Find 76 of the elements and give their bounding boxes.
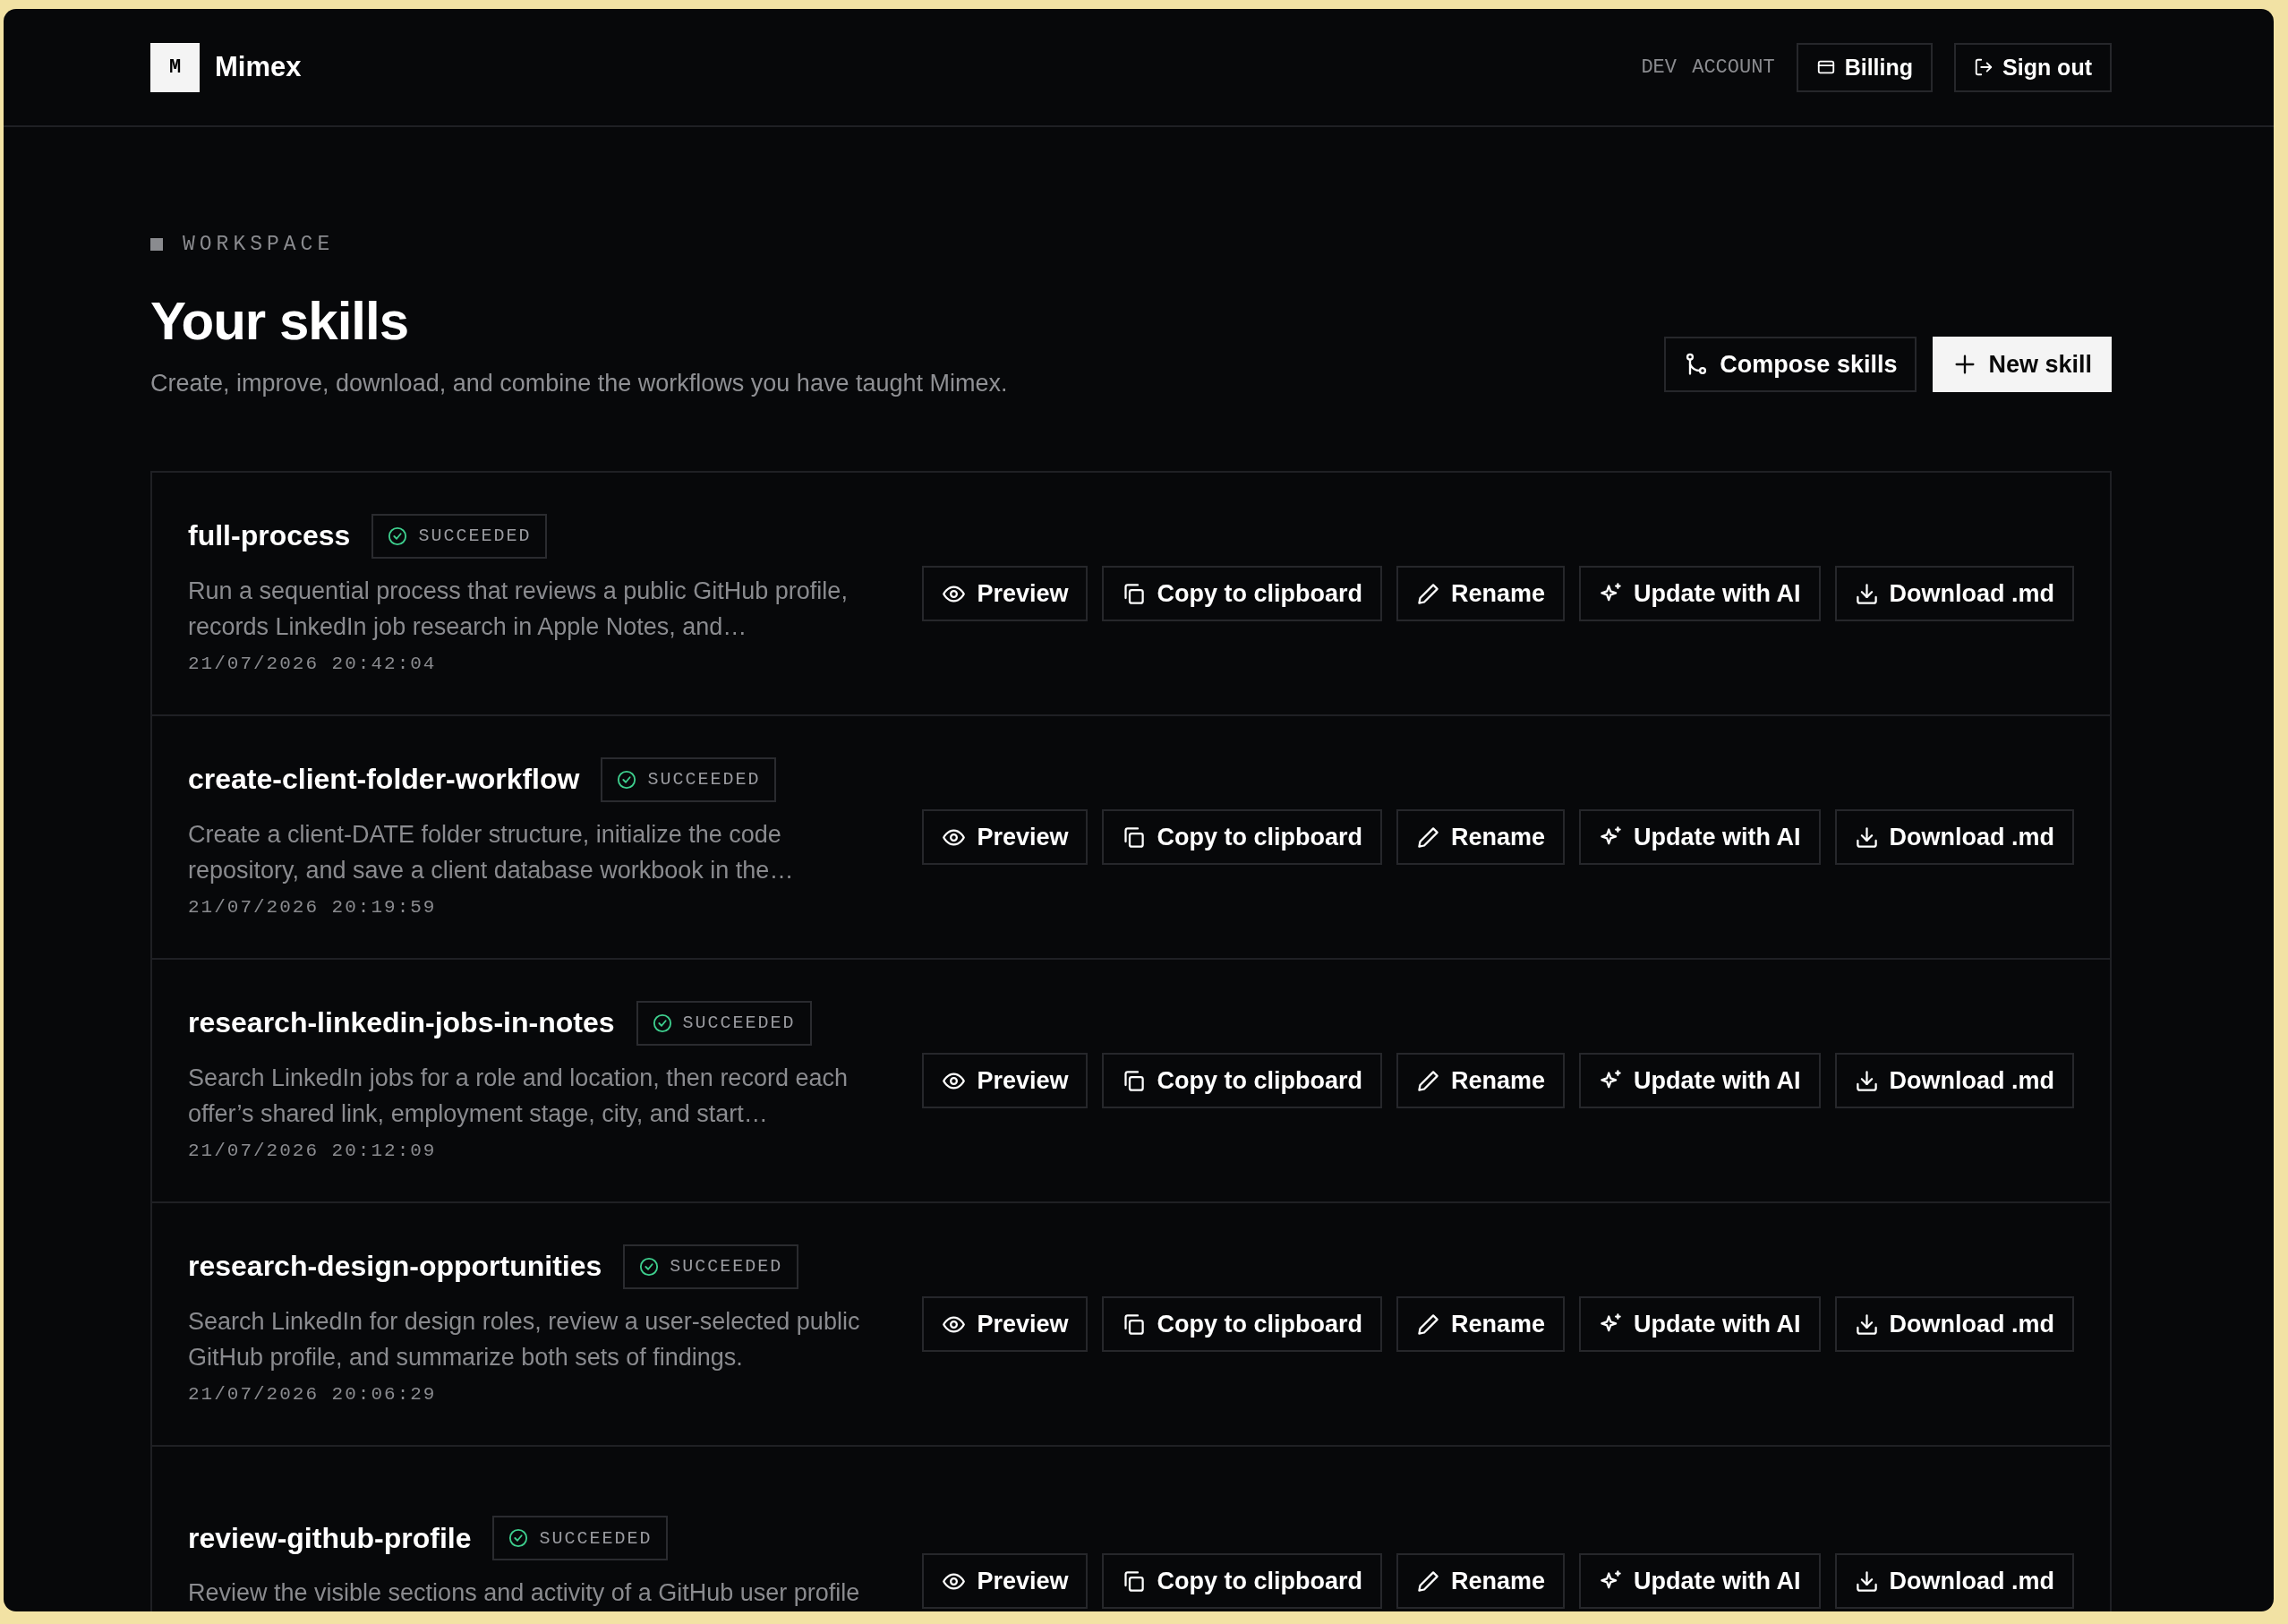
- timestamp: 21/07/2026 20:42:04: [188, 653, 438, 674]
- copy-icon: [1122, 581, 1147, 606]
- rename-button[interactable]: Rename: [1396, 809, 1565, 865]
- preview-button[interactable]: Preview: [922, 809, 1089, 865]
- skill-name: create-client-folder-workflow: [188, 763, 580, 796]
- copy-button[interactable]: Copy to clipboard: [1102, 1053, 1382, 1108]
- account-label: DEV ACCOUNT: [1641, 56, 1775, 79]
- download-button[interactable]: Download .md: [1834, 1296, 2074, 1352]
- compose-button[interactable]: Compose skills: [1664, 337, 1917, 392]
- rename-button[interactable]: Rename: [1396, 1053, 1565, 1108]
- download-icon: [1854, 1312, 1879, 1337]
- new-skill-button[interactable]: New skill: [1933, 337, 2112, 392]
- download-button[interactable]: Download .md: [1834, 566, 2074, 621]
- status-badge: SUCCEEDED: [492, 1516, 669, 1560]
- page-subtitle: Create, improve, download, and combine the workflows you have taught Mimex.: [150, 370, 1009, 397]
- pencil-icon: [1415, 1068, 1440, 1093]
- sign-out-icon: [1974, 57, 1993, 77]
- skill-name: research-linkedin-jobs-in-notes: [188, 1006, 615, 1039]
- download-button[interactable]: Download .md: [1834, 1553, 2074, 1609]
- ai-button[interactable]: Update with AI: [1579, 1553, 1821, 1609]
- status-badge: SUCCEEDED: [623, 1244, 799, 1289]
- preview-button[interactable]: Preview: [922, 566, 1089, 621]
- copy-icon: [1122, 1312, 1147, 1337]
- skill-description: Review the visible sections and activity of a GitHub user profile: [188, 1578, 861, 1608]
- copy-icon: [1122, 1568, 1147, 1594]
- status-badge: SUCCEEDED: [371, 513, 548, 559]
- skill-name: full-process: [188, 519, 351, 552]
- ai-button[interactable]: Update with AI: [1579, 1296, 1821, 1352]
- rename-button[interactable]: Rename: [1396, 1296, 1565, 1352]
- download-icon: [1854, 581, 1879, 606]
- signout-button[interactable]: Sign out: [1954, 42, 2112, 92]
- skill-description: Run a sequential process that reviews a public GitHub profile, records LinkedIn job research in Apple Notes, and…: [188, 576, 849, 642]
- copy-icon: [1122, 1068, 1147, 1093]
- brand-name: Mimex: [215, 51, 302, 83]
- status-badge: SUCCEEDED: [601, 756, 777, 802]
- pencil-icon: [1415, 1568, 1440, 1594]
- timestamp: 21/07/2026 20:19:59: [188, 896, 438, 918]
- preview-button[interactable]: Preview: [922, 1296, 1089, 1352]
- check-circle-icon: [508, 1528, 529, 1548]
- skill-name: research-design-opportunities: [188, 1250, 602, 1283]
- copy-button[interactable]: Copy to clipboard: [1102, 1553, 1382, 1609]
- rename-button[interactable]: Rename: [1396, 566, 1565, 621]
- pencil-icon: [1415, 825, 1440, 850]
- pencil-icon: [1415, 1312, 1440, 1337]
- square-icon: [150, 238, 163, 251]
- download-icon: [1854, 1068, 1879, 1093]
- check-circle-icon: [652, 1013, 672, 1033]
- logo[interactable]: M: [150, 42, 200, 92]
- skill-description: Search LinkedIn for design roles, review a user-selected public GitHub profile, and summarize both sets of findings.: [188, 1306, 861, 1372]
- download-button[interactable]: Download .md: [1834, 809, 2074, 865]
- download-icon: [1854, 1568, 1879, 1594]
- check-circle-icon: [639, 1256, 660, 1277]
- check-circle-icon: [617, 769, 637, 790]
- rename-button[interactable]: Rename: [1396, 1553, 1565, 1609]
- copy-button[interactable]: Copy to clipboard: [1102, 566, 1382, 621]
- copy-button[interactable]: Copy to clipboard: [1102, 809, 1382, 865]
- page-title: Your skills: [150, 290, 409, 352]
- copy-icon: [1122, 825, 1147, 850]
- skill-name: review-github-profile: [188, 1521, 472, 1555]
- ai-button[interactable]: Update with AI: [1579, 566, 1821, 621]
- check-circle-icon: [388, 526, 408, 546]
- section-label: WORKSPACE: [183, 233, 335, 256]
- preview-button[interactable]: Preview: [922, 1553, 1089, 1609]
- timestamp: 21/07/2026 20:06:29: [188, 1383, 438, 1405]
- download-button[interactable]: Download .md: [1834, 1053, 2074, 1108]
- billing-button[interactable]: Billing: [1796, 42, 1933, 92]
- skill-description: Search LinkedIn jobs for a role and location, then record each offer’s shared link, employment stage, city, and start…: [188, 1063, 849, 1129]
- skill-description: Create a client-DATE folder structure, initialize the code repository, and save a client database workbook in the…: [188, 819, 795, 885]
- download-icon: [1854, 825, 1879, 850]
- status-badge: SUCCEEDED: [636, 1000, 812, 1046]
- copy-button[interactable]: Copy to clipboard: [1102, 1296, 1382, 1352]
- ai-button[interactable]: Update with AI: [1579, 1053, 1821, 1108]
- ai-button[interactable]: Update with AI: [1579, 809, 1821, 865]
- pencil-icon: [1415, 581, 1440, 606]
- timestamp: 21/07/2026 20:12:09: [188, 1140, 438, 1161]
- preview-button[interactable]: Preview: [922, 1053, 1089, 1108]
